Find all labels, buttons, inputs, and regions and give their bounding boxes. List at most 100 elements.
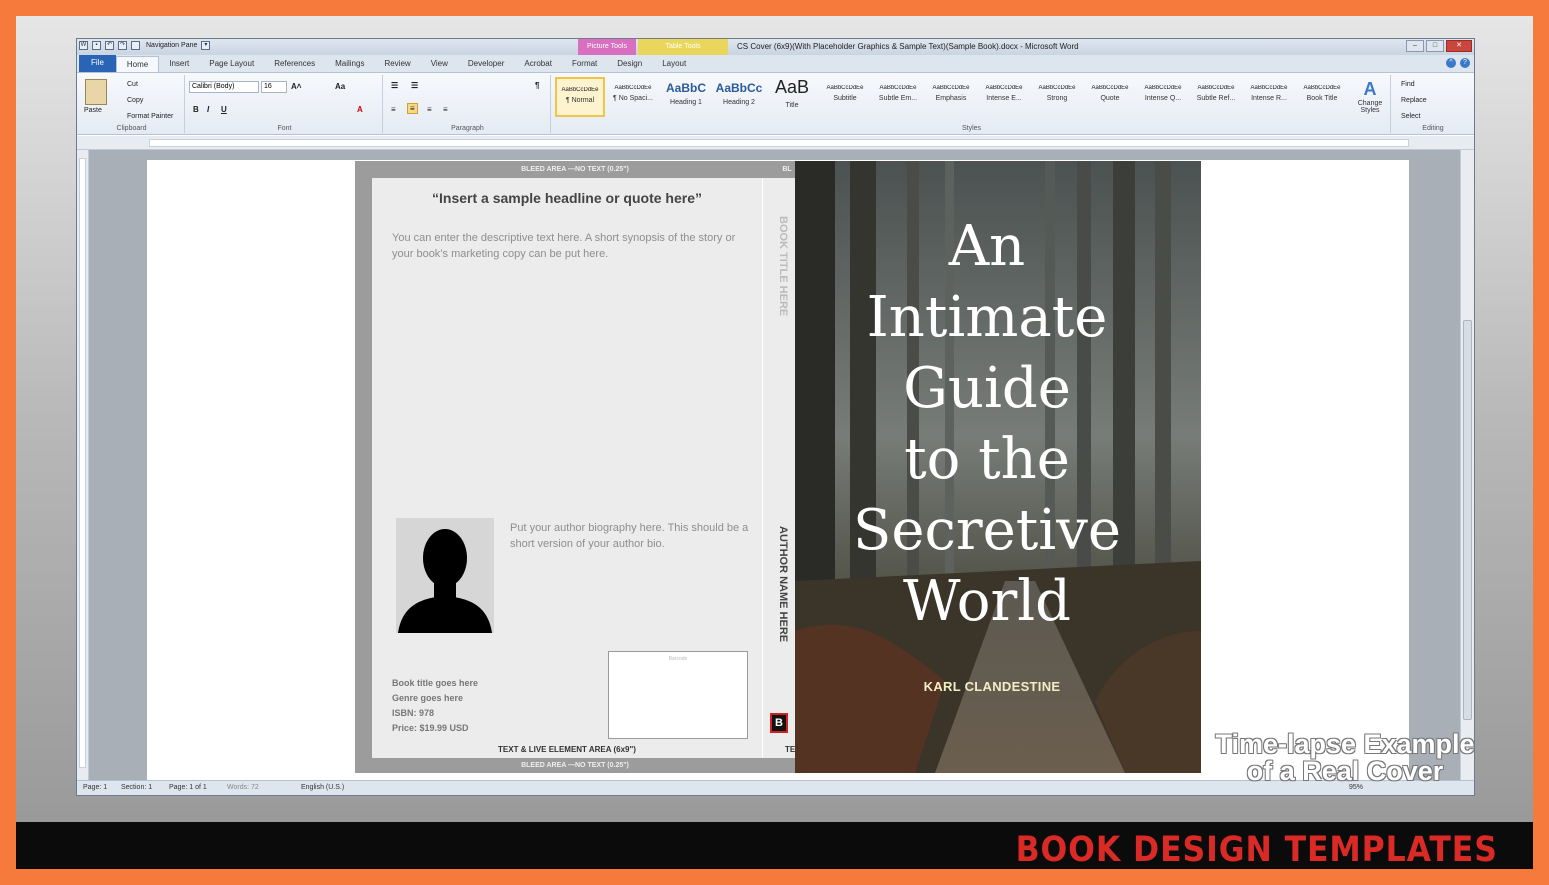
checkbox-icon[interactable] [131,41,140,50]
style-intense-e[interactable]: AaBbCcDdEe Intense E... [979,77,1029,117]
status-pages[interactable]: Page: 1 of 1 [169,784,207,791]
bold-button[interactable]: B [193,105,199,114]
font-name-select[interactable]: Calibri (Body) [189,81,259,93]
format-painter-button[interactable]: Format Painter [127,113,173,120]
front-cover[interactable]: An Intimate Guide to the Secretive World KARL… [795,161,1201,773]
tab-format[interactable]: Format [562,56,607,72]
style-book-title[interactable]: AaBbCcDdEe Book Title [1297,77,1347,117]
tab-view[interactable]: View [421,56,458,72]
barcode-box[interactable]: Barcode [608,651,748,739]
cut-button[interactable]: Cut [127,81,138,88]
styles-label: Styles [961,125,982,132]
style-name: Quote [1100,95,1120,102]
vertical-ruler[interactable] [77,150,89,782]
align-left-icon[interactable]: ≡ [391,105,396,114]
book-info[interactable]: Book title goes here Genre goes here ISBN:… [392,676,478,736]
numbering-icon[interactable]: ☰ [411,81,418,90]
tab-layout[interactable]: Layout [652,56,696,72]
paste-button[interactable]: Paste [84,107,102,114]
author-photo[interactable] [396,518,494,633]
back-headline[interactable]: “Insert a sample headline or quote here” [372,190,762,206]
italic-button[interactable]: I [207,105,209,114]
font-size-select[interactable]: 16 [261,81,287,93]
tab-home[interactable]: Home [115,56,160,72]
nav-pane-label[interactable]: Navigation Pane [146,42,197,49]
style-preview: AaBbCcDdEe [1091,85,1129,91]
text-area-label: TEXT & LIVE ELEMENT AREA (6x9") [498,745,636,754]
minimize-ribbon-icon[interactable]: ^ [1446,58,1456,68]
editing-label: Editing [1422,125,1444,132]
bullets-icon[interactable]: ☰ [391,81,398,90]
font-color-icon[interactable]: A [357,105,363,114]
style-no-spaci[interactable]: AaBbCcDdEe ¶ No Spaci... [608,77,658,117]
tab-mailings[interactable]: Mailings [325,56,374,72]
replace-button[interactable]: Replace [1401,97,1427,104]
spine-author[interactable]: AUTHOR NAME HERE [767,526,789,642]
copy-button[interactable]: Copy [127,97,143,104]
justify-icon[interactable]: ≡ [443,105,448,114]
tab-file[interactable]: File [79,55,116,72]
close-icon[interactable]: ✕ [1446,40,1472,52]
tab-page-layout[interactable]: Page Layout [199,56,264,72]
redo-icon[interactable]: ↷ [118,41,127,50]
tab-design[interactable]: Design [607,56,652,72]
cover-title[interactable]: An Intimate Guide to the Secretive World [795,211,1179,637]
book-info-line: Book title goes here [392,678,479,688]
status-language[interactable]: English (U.S.) [301,784,344,791]
status-words[interactable]: Words: 72 [227,784,259,791]
find-button[interactable]: Find [1401,81,1415,88]
style-subtle-em[interactable]: AaBbCcDdEe Subtle Em... [873,77,923,117]
spine[interactable]: BOOK TITLE HERE AUTHOR NAME HERE B TE [763,178,795,758]
status-section[interactable]: Section: 1 [121,784,152,791]
cover-author[interactable]: KARL CLANDESTINE [795,679,1189,694]
undo-icon[interactable]: ↶ [105,41,114,50]
tab-insert[interactable]: Insert [159,56,199,72]
status-page[interactable]: Page: 1 [83,784,107,791]
underline-button[interactable]: U [221,105,227,114]
back-cover[interactable]: “Insert a sample headline or quote here”… [372,178,762,758]
quick-access-toolbar: W ▪ ↶ ↷ Navigation Pane ▾ [79,41,211,50]
style-preview: AaBbC [665,81,706,95]
style-preview: AaBbCcDdEe [1197,85,1235,91]
style-title[interactable]: AaB Title [767,77,817,117]
change-case-icon[interactable]: Aa [335,82,345,91]
style-intense-q[interactable]: AaBbCcDdEe Intense Q... [1138,77,1188,117]
change-styles-button[interactable]: A Change Styles [1353,79,1387,114]
style-emphasis[interactable]: AaBbCcDdEe Emphasis [926,77,976,117]
style-strong[interactable]: AaBbCcDdEe Strong [1032,77,1082,117]
tab-review[interactable]: Review [374,56,420,72]
style-preview: AaBbCcDdEe [985,85,1023,91]
back-description[interactable]: You can enter the descriptive text here.… [392,230,747,262]
customize-icon[interactable]: ▾ [201,41,211,50]
style-name: Intense E... [986,95,1022,102]
style-subtle-ref[interactable]: AaBbCcDdEe Subtle Ref... [1191,77,1241,117]
horizontal-ruler[interactable] [77,136,1474,150]
grow-font-icon[interactable]: A˄ [291,82,301,91]
style-intense-r[interactable]: AaBbCcDdEe Intense R... [1244,77,1294,117]
spine-title[interactable]: BOOK TITLE HERE [767,216,789,316]
tab-references[interactable]: References [264,56,325,72]
style-preview: AaBbCcDdEe [1144,85,1182,91]
save-icon[interactable]: ▪ [92,41,101,50]
style-preview: AaBbCcDdEe [1303,85,1341,91]
scroll-thumb[interactable] [1463,320,1472,720]
minimize-icon[interactable]: – [1406,40,1424,52]
align-right-icon[interactable]: ≡ [427,105,432,114]
style-heading-1[interactable]: AaBbC Heading 1 [661,77,711,117]
vertical-scrollbar[interactable] [1460,150,1474,782]
maximize-icon[interactable]: □ [1426,40,1444,52]
style-heading-2[interactable]: AaBbCc Heading 2 [714,77,764,117]
paste-icon[interactable] [85,79,107,105]
style-normal[interactable]: AaBbCcDdEe ¶ Normal [555,77,605,117]
align-center-icon[interactable]: ≡ [407,103,418,114]
select-button[interactable]: Select [1401,113,1420,120]
style-subtitle[interactable]: AaBbCcDdEe Subtitle [820,77,870,117]
tab-acrobat[interactable]: Acrobat [514,56,562,72]
show-marks-icon[interactable]: ¶ [535,81,539,90]
help-icon[interactable]: ? [1460,58,1470,68]
tab-developer[interactable]: Developer [458,56,514,72]
style-preview: AaBbCcDdEe [614,85,652,91]
styles-group: AaBbCcDdEe ¶ Normal AaBbCcDdEe ¶ No Spaci..… [553,75,1391,133]
style-quote[interactable]: AaBbCcDdEe Quote [1085,77,1135,117]
author-bio[interactable]: Put your author biography here. This sho… [510,520,750,552]
